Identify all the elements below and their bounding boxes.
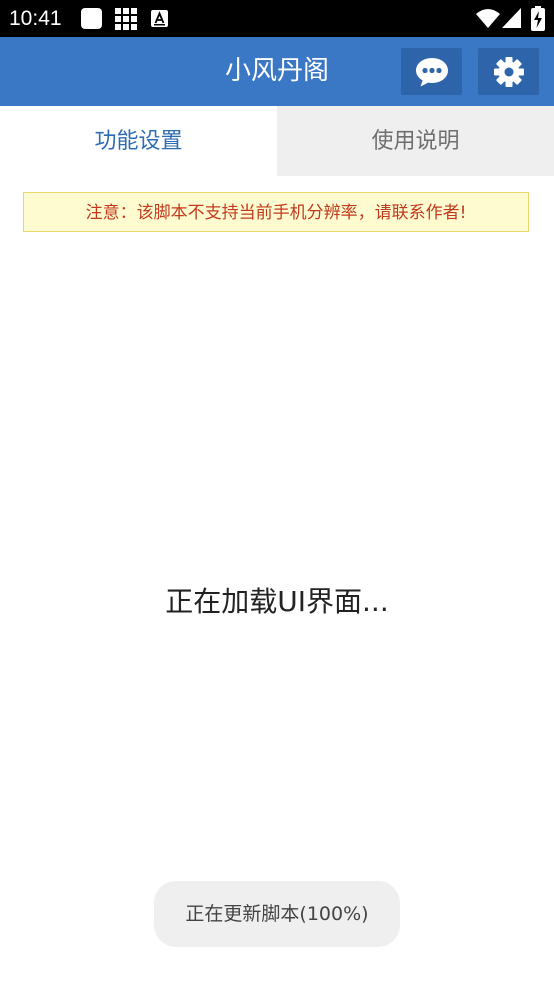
chat-bubble-icon xyxy=(415,57,448,86)
signal-icon xyxy=(502,8,521,28)
status-bar: 10:41 xyxy=(0,0,554,37)
gear-icon xyxy=(493,56,524,87)
grid-icon xyxy=(115,8,137,30)
settings-button[interactable] xyxy=(478,48,539,95)
update-toast: 正在更新脚本(100%) xyxy=(154,881,400,947)
keyboard-a-icon xyxy=(151,10,168,27)
app-square-icon xyxy=(81,8,102,29)
wifi-icon xyxy=(476,9,500,28)
chat-button[interactable] xyxy=(401,48,462,95)
tab-usage-instructions[interactable]: 使用说明 xyxy=(277,106,554,176)
app-bar: 小风丹阁 xyxy=(0,37,554,106)
battery-charging-icon xyxy=(531,6,545,31)
app-title: 小风丹阁 xyxy=(224,56,329,86)
status-time: 10:41 xyxy=(9,7,62,30)
tab-bar: 功能设置 使用说明 xyxy=(0,106,554,176)
loading-text: 正在加载UI界面... xyxy=(165,585,389,618)
tab-function-settings[interactable]: 功能设置 xyxy=(0,106,277,176)
warning-notice: 注意：该脚本不支持当前手机分辨率，请联系作者! xyxy=(23,192,529,232)
